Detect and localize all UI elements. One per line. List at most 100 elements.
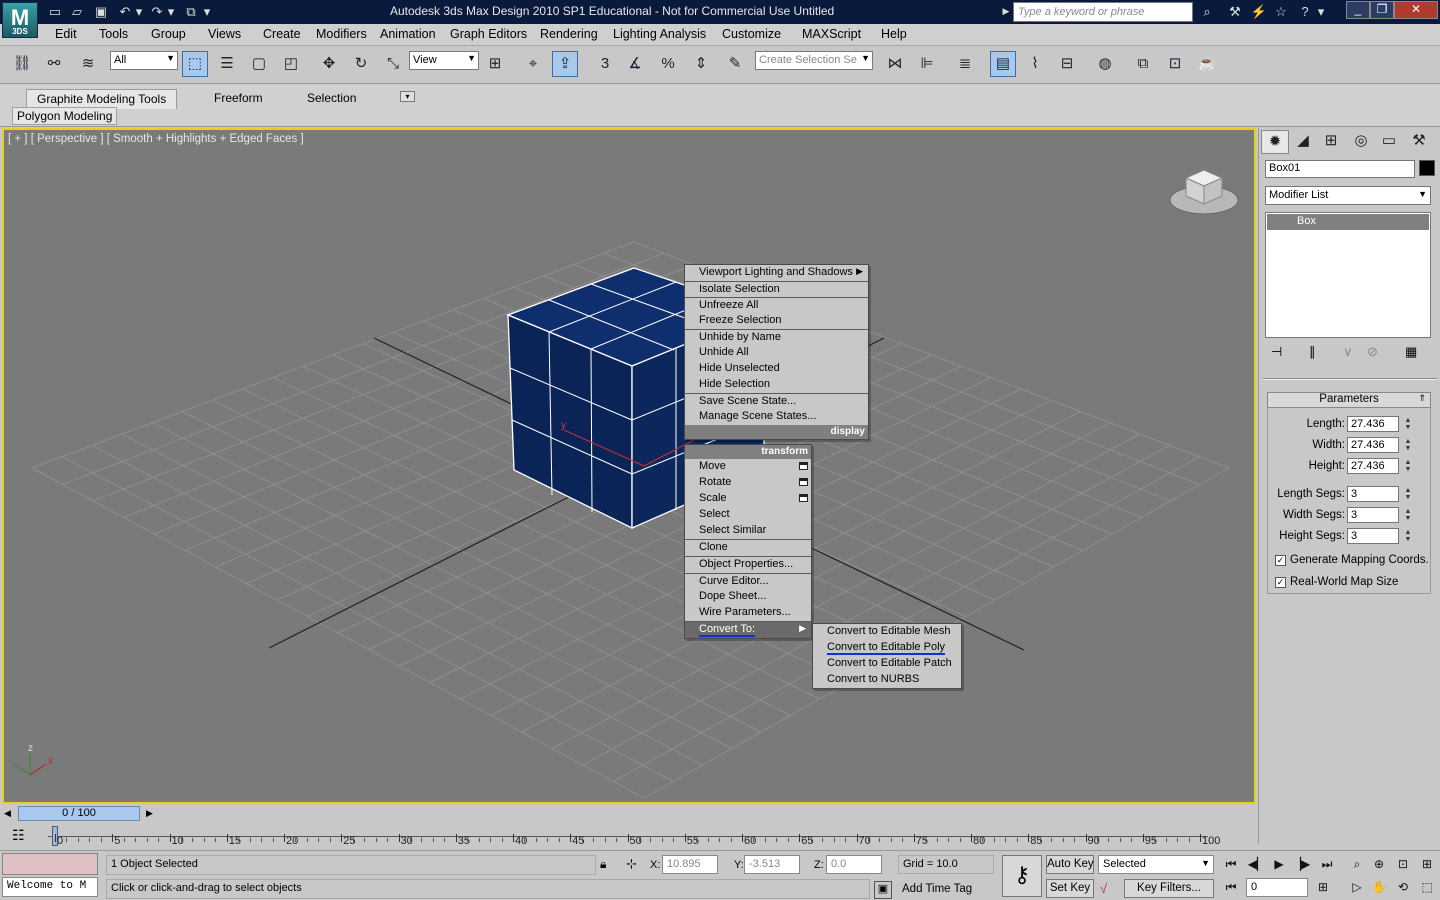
menu-item-select[interactable]: Select (685, 507, 811, 523)
menu-group[interactable]: Group (151, 27, 186, 41)
auto-key-button[interactable]: Auto Key (1046, 855, 1094, 874)
next-key-icon[interactable]: ▕▶ (1290, 855, 1312, 873)
menu-item-move[interactable]: Move (685, 459, 811, 475)
maximize-button[interactable]: ❐ (1370, 1, 1394, 19)
percent-snap-icon[interactable]: % (655, 51, 681, 77)
menu-animation[interactable]: Animation (380, 27, 436, 41)
named-selection-set-dropdown[interactable]: Create Selection Se ▼ (755, 51, 873, 70)
unlink-selection-icon[interactable]: ⚯ (41, 51, 67, 77)
subscription-icon[interactable]: ⚒ (1226, 3, 1244, 20)
modify-tab-icon[interactable]: ◢ (1289, 130, 1317, 154)
menu-item-wire-parameters[interactable]: Wire Parameters... (685, 605, 811, 621)
menu-item-isolate-selection[interactable]: Isolate Selection (685, 281, 868, 297)
menu-rendering[interactable]: Rendering (540, 27, 598, 41)
quick-access-dropdown-icon[interactable]: ▾ (202, 3, 212, 20)
spinner-arrows-icon[interactable]: ▲ ▼ (1403, 487, 1413, 501)
minimize-button[interactable]: _ (1346, 1, 1370, 19)
render-setup-icon[interactable]: ⧉ (1130, 51, 1156, 77)
close-button[interactable]: ✕ (1394, 1, 1438, 19)
select-and-move-icon[interactable]: ✥ (316, 51, 342, 77)
pivot-center-icon[interactable]: ⊞ (482, 51, 508, 77)
menu-lighting-analysis[interactable]: Lighting Analysis (613, 27, 706, 41)
perspective-viewport[interactable]: y z x [ + ] [ Perspective ] [ Smooth + H… (2, 128, 1256, 804)
param-input[interactable]: 3 (1347, 528, 1399, 544)
menu-edit[interactable]: Edit (55, 27, 77, 41)
angle-snap-icon[interactable]: ∡ (622, 51, 648, 77)
y-coordinate-input[interactable]: -3.513 (744, 855, 800, 874)
menu-item-hide-unselected[interactable]: Hide Unselected (685, 361, 868, 377)
menu-help[interactable]: Help (881, 27, 907, 41)
menu-item-unhide-all[interactable]: Unhide All (685, 345, 868, 361)
param-input[interactable]: 27.436 (1347, 458, 1399, 474)
align-icon[interactable]: ⊫ (914, 51, 940, 77)
tab-freeform[interactable]: Freeform (204, 89, 273, 109)
undo-icon[interactable]: ↶ (116, 3, 134, 20)
current-frame-input[interactable]: 0 (1246, 878, 1308, 897)
menu-item-object-properties[interactable]: Object Properties... (685, 556, 811, 573)
checkbox[interactable]: ✓ (1275, 555, 1286, 566)
modifier-stack-list[interactable]: Box (1265, 212, 1431, 338)
help-dropdown-icon[interactable]: ▾ (1316, 3, 1326, 20)
menu-item-curve-editor[interactable]: Curve Editor... (685, 573, 811, 589)
ribbon-options-dropdown-icon[interactable]: ▾ (400, 91, 415, 102)
time-slider[interactable]: 0 / 100 (18, 806, 140, 821)
go-to-start-icon[interactable]: ⏮ (1220, 855, 1242, 873)
selection-lock-icon[interactable]: 🔒︎ (600, 857, 606, 872)
settings-box-icon[interactable] (799, 462, 808, 470)
redo-icon[interactable]: ↷ (148, 3, 166, 20)
maxscript-output[interactable]: Welcome to M (2, 877, 98, 897)
menu-item-convert-editable-poly[interactable]: Convert to Editable Poly (813, 640, 961, 656)
select-and-scale-icon[interactable]: ⤡ (380, 51, 406, 77)
maxscript-listener-input[interactable] (2, 853, 98, 875)
viewcube-icon[interactable] (1166, 160, 1242, 220)
edit-named-selection-icon[interactable]: ✎ (722, 51, 748, 77)
schematic-view-icon[interactable]: ⊟ (1054, 51, 1080, 77)
pan-view-icon[interactable]: ✋ (1368, 878, 1390, 896)
object-name-input[interactable]: Box01 (1265, 160, 1415, 178)
stack-item-box[interactable]: Box (1267, 214, 1429, 230)
play-icon[interactable]: ▶ (1268, 855, 1290, 873)
z-coordinate-input[interactable]: 0.0 (826, 855, 882, 874)
checkbox[interactable]: ✓ (1275, 577, 1286, 588)
select-and-link-icon[interactable]: ⛓ (9, 51, 35, 77)
add-time-tag-button[interactable]: Add Time Tag (902, 883, 972, 895)
display-tab-icon[interactable]: ▭ (1375, 130, 1403, 154)
open-mini-curve-editor-icon[interactable]: ☷ (12, 827, 25, 844)
key-mode-toggle-icon[interactable]: ⏮ (1220, 878, 1242, 896)
redo-dropdown-icon[interactable]: ▾ (166, 3, 176, 20)
menu-item-unfreeze-all[interactable]: Unfreeze All (685, 297, 868, 313)
menu-graph-editors[interactable]: Graph Editors (450, 27, 527, 41)
motion-tab-icon[interactable]: ◎ (1347, 130, 1375, 154)
rectangular-selection-icon[interactable]: ▢ (246, 51, 272, 77)
select-object-icon[interactable]: ⬚ (182, 51, 208, 77)
panel-polygon-modeling[interactable]: Polygon Modeling (12, 107, 118, 125)
render-production-icon[interactable]: ☕ (1194, 51, 1220, 77)
binoculars-icon[interactable]: ⌕ (1198, 3, 1216, 20)
menu-item-convert-nurbs[interactable]: Convert to NURBS (813, 672, 961, 688)
communication-center-icon[interactable]: ⚡ (1250, 3, 1268, 20)
menu-item-dope-sheet[interactable]: Dope Sheet... (685, 589, 811, 605)
menu-item-convert-editable-mesh[interactable]: Convert to Editable Mesh (813, 624, 961, 640)
zoom-extents-all-icon[interactable]: ⊞ (1416, 855, 1438, 873)
menu-customize[interactable]: Customize (722, 27, 781, 41)
hierarchy-tab-icon[interactable]: ⊞ (1317, 130, 1345, 154)
open-file-icon[interactable]: ▱ (68, 3, 86, 20)
snaps-toggle-icon[interactable]: 3 (592, 51, 618, 77)
menu-modifiers[interactable]: Modifiers (316, 27, 367, 41)
keyboard-shortcut-override-icon[interactable]: ⇪ (552, 51, 578, 77)
settings-box-icon[interactable] (799, 494, 808, 502)
spinner-arrows-icon[interactable]: ▲ ▼ (1403, 508, 1413, 522)
save-icon[interactable]: ▣ (92, 3, 110, 20)
param-input[interactable]: 3 (1347, 507, 1399, 523)
key-mode-dropdown[interactable]: Selected ▼ (1098, 855, 1214, 874)
search-expand-icon[interactable]: ▶ (1001, 3, 1011, 20)
make-unique-icon[interactable]: ∨ (1343, 344, 1353, 360)
search-input[interactable]: Type a keyword or phrase (1013, 2, 1193, 22)
select-and-rotate-icon[interactable]: ↻ (348, 51, 374, 77)
mirror-icon[interactable]: ⋈ (882, 51, 908, 77)
rollout-parameters[interactable]: Parameters ⇑ (1267, 392, 1431, 408)
layer-manager-icon[interactable]: ≣ (952, 51, 978, 77)
create-tab-icon[interactable]: ✹ (1261, 130, 1289, 154)
select-manipulate-icon[interactable]: ⌖ (520, 51, 546, 77)
set-key-icon[interactable]: ⚷ (1002, 855, 1042, 897)
